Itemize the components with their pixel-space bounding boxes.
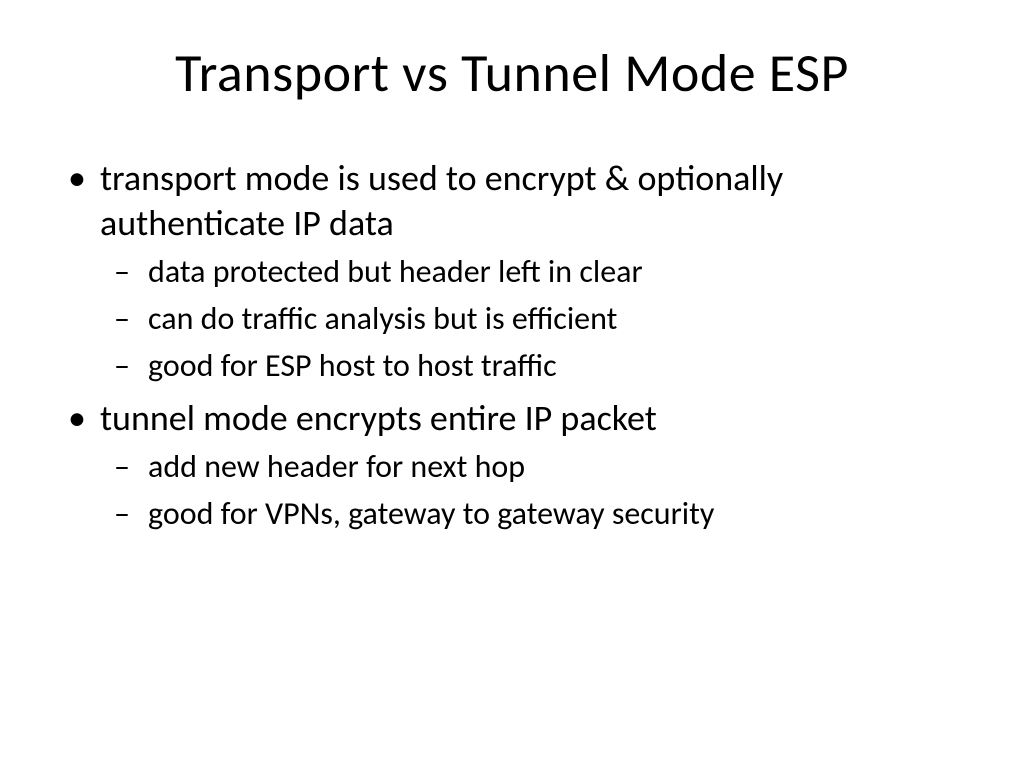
bullet-item: tunnel mode encrypts entire IP packet ad… — [60, 396, 964, 535]
sub-bullet-item: data protected but header left in clear — [100, 250, 964, 293]
slide-title: Transport vs Tunnel Mode ESP — [60, 40, 964, 106]
sub-bullet-item: add new header for next hop — [100, 445, 964, 488]
bullet-text: tunnel mode encrypts entire IP packet — [100, 396, 657, 440]
slide: Transport vs Tunnel Mode ESP transport m… — [0, 0, 1024, 768]
bullet-item: transport mode is used to encrypt & opti… — [60, 156, 964, 388]
sub-bullet-item: good for VPNs, gateway to gateway securi… — [100, 492, 964, 535]
bullet-list: transport mode is used to encrypt & opti… — [60, 156, 964, 535]
sub-bullet-list: data protected but header left in clear … — [100, 250, 964, 388]
sub-bullet-item: can do traffic analysis but is efficient — [100, 297, 964, 340]
bullet-text: transport mode is used to encrypt & opti… — [100, 156, 783, 245]
sub-bullet-list: add new header for next hop good for VPN… — [100, 445, 964, 535]
sub-bullet-item: good for ESP host to host traffic — [100, 344, 964, 387]
